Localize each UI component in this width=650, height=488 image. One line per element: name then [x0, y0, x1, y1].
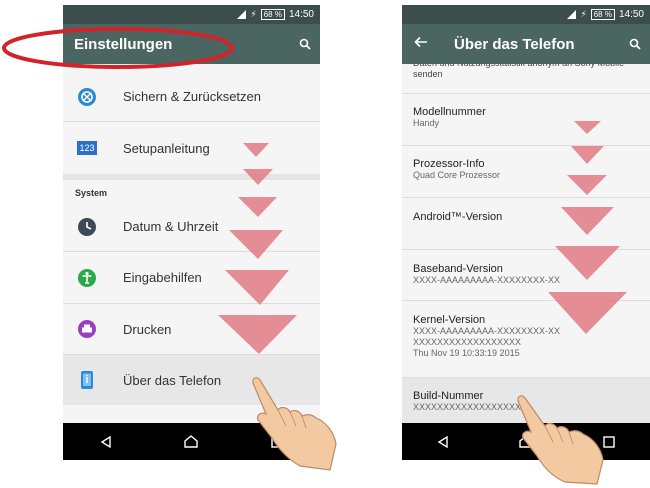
scroll-arrow [567, 175, 607, 195]
status-time: 14:50 [618, 9, 644, 20]
search-icon[interactable] [620, 38, 650, 50]
charging-icon: ⚡ [250, 9, 257, 19]
battery-indicator: 68 % [590, 9, 615, 20]
scroll-arrow [225, 270, 289, 305]
scroll-arrow [548, 292, 627, 334]
highlight-oval [2, 27, 234, 69]
section-title: System [75, 188, 108, 198]
scroll-arrow [229, 230, 283, 259]
list-item-label: Eingabehilfen [123, 270, 202, 285]
scroll-arrow [574, 121, 601, 134]
scroll-arrow [571, 146, 604, 164]
clock-icon [78, 217, 96, 236]
list-item-title: Modellnummer [413, 106, 486, 118]
list-item-label: Über das Telefon [123, 372, 222, 388]
back-nav-icon[interactable] [433, 432, 453, 452]
scroll-arrow [561, 207, 614, 235]
scroll-arrow [555, 246, 620, 280]
list-item-text: Daten und Nutzungsstatistik anonym an So… [413, 64, 624, 79]
list-item-backup[interactable]: Sichern & Zurücksetzen [63, 72, 320, 122]
backup-icon [78, 87, 96, 106]
scroll-down-arrows-right [548, 121, 627, 334]
list-item-value: XXXXXXXXXXXXXXXXXX [413, 337, 522, 347]
status-time: 14:50 [288, 9, 314, 20]
signal-icon [236, 10, 247, 19]
scroll-arrow [238, 197, 277, 217]
page-title: Über das Telefon [454, 35, 575, 53]
phone-info-icon [81, 371, 93, 389]
tapping-hand-icon [517, 395, 604, 485]
home-nav-icon[interactable] [181, 432, 201, 452]
scroll-arrow [243, 169, 273, 185]
back-nav-icon[interactable] [96, 432, 116, 452]
search-icon[interactable] [290, 38, 320, 50]
list-item-label: Datum & Uhrzeit [123, 219, 219, 234]
list-item-usage-stats[interactable]: Daten und Nutzungsstatistik anonym an So… [402, 64, 650, 94]
charging-icon: ⚡ [580, 9, 587, 19]
status-bar: ⚡ 68 % 14:50 [402, 5, 650, 24]
scroll-arrow [243, 143, 269, 157]
list-item-label: Sichern & Zurücksetzen [123, 89, 262, 104]
list-item-label: Drucken [123, 321, 172, 337]
scroll-down-arrows-left [218, 143, 297, 354]
signal-icon [566, 10, 577, 19]
scroll-arrow [218, 315, 297, 354]
list-item-label: Setupanleitung [123, 140, 210, 156]
printer-icon [78, 320, 96, 338]
battery-indicator: 68 % [260, 9, 285, 20]
tapping-hand-icon [252, 377, 337, 471]
status-bar: ⚡ 68 % 14:50 [63, 5, 320, 24]
back-arrow-icon[interactable] [402, 35, 440, 53]
setup-guide-icon: 123 [77, 141, 97, 155]
list-item-value: Thu Nov 19 10:33:19 2015 [413, 348, 520, 358]
app-bar: Über das Telefon [402, 24, 650, 64]
accessibility-icon [78, 268, 96, 287]
